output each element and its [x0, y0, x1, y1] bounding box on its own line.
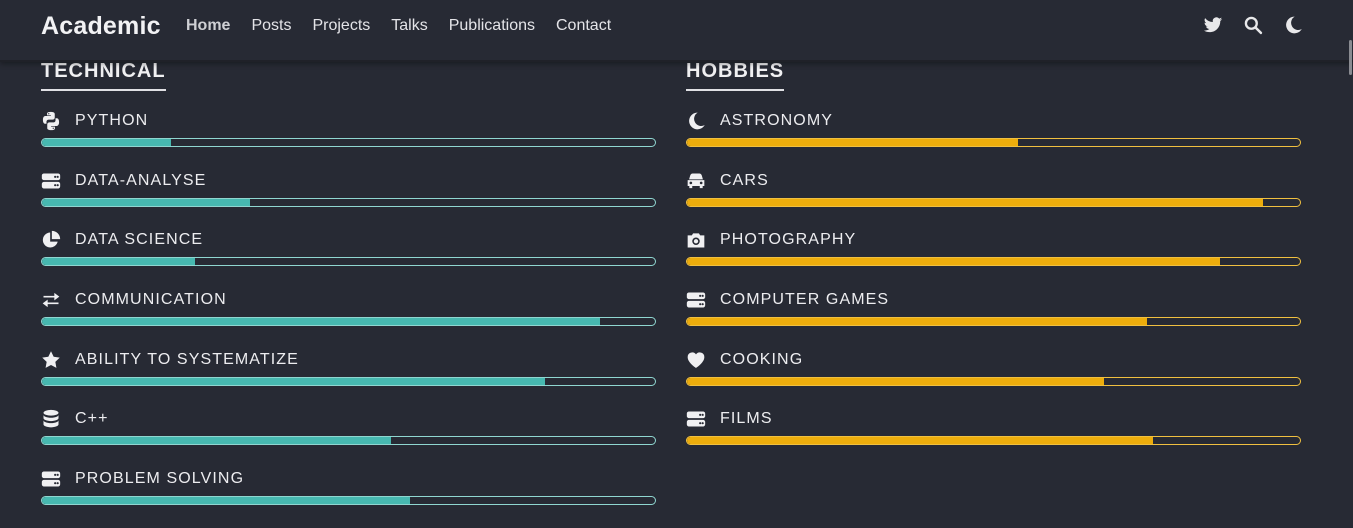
skill-progress-bar	[686, 138, 1301, 147]
hobbies-column: HOBBIES ASTRONOMY CARS PHOTOGRAPHY COMPUTER…	[686, 58, 1301, 468]
camera-icon	[686, 229, 708, 251]
technical-skill-python: PYTHON	[41, 110, 656, 170]
nav-link-home[interactable]: Home	[186, 17, 230, 35]
nav-icons	[1203, 15, 1303, 35]
skill-label: ASTRONOMY	[720, 112, 834, 129]
moon-icon[interactable]	[1283, 15, 1303, 35]
server-icon	[686, 289, 708, 311]
server-icon	[41, 468, 63, 490]
nav-links: Home Posts Projects Talks Publications C…	[186, 17, 632, 35]
skill-label: DATA SCIENCE	[75, 231, 204, 249]
technical-skill-communication: COMMUNICATION	[41, 289, 656, 349]
skill-header: COOKING	[686, 349, 1301, 371]
skill-progress-fill	[42, 437, 392, 445]
database-icon	[41, 408, 63, 430]
technical-column: TECHNICAL PYTHON DATA-ANALYSE DATA SCIENCE…	[41, 58, 656, 528]
search-icon[interactable]	[1243, 15, 1263, 35]
car-icon	[686, 170, 708, 192]
heart-icon	[686, 349, 708, 371]
technical-skill-list: PYTHON DATA-ANALYSE DATA SCIENCE COMMUNICAT…	[41, 110, 656, 528]
skill-progress-fill	[687, 258, 1221, 266]
nav-link-posts[interactable]: Posts	[251, 17, 291, 35]
server-icon	[41, 170, 63, 192]
skill-progress-fill	[687, 139, 1019, 146]
nav-link-talks[interactable]: Talks	[391, 17, 427, 35]
skill-header: ASTRONOMY	[686, 110, 1301, 132]
skill-header: PHOTOGRAPHY	[686, 229, 1301, 251]
skill-progress-bar	[686, 257, 1301, 267]
star-icon	[41, 349, 63, 371]
hobbies-skill-astronomy: ASTRONOMY	[686, 110, 1301, 170]
technical-skill-data-analyse: DATA-ANALYSE	[41, 170, 656, 230]
technical-skill-ability-to-systematize: ABILITY TO SYSTEMATIZE	[41, 349, 656, 409]
exchange-arrows-icon	[41, 289, 63, 311]
skill-label: DATA-ANALYSE	[75, 171, 207, 189]
python-icon	[41, 110, 63, 132]
skill-progress-bar	[41, 376, 656, 386]
skill-progress-bar	[686, 317, 1301, 327]
skill-progress-bar	[41, 436, 656, 446]
hobbies-skill-computer-games: COMPUTER GAMES	[686, 289, 1301, 349]
skill-header: FILMS	[686, 408, 1301, 430]
server-icon	[686, 408, 708, 430]
skill-label: COMPUTER GAMES	[720, 291, 890, 309]
skill-label: PYTHON	[75, 112, 149, 129]
skill-progress-fill	[687, 198, 1264, 206]
hobby-skill-list: ASTRONOMY CARS PHOTOGRAPHY COMPUTER GAMES CO…	[686, 110, 1301, 468]
skill-progress-bar	[41, 197, 656, 207]
skill-header: CARS	[686, 170, 1301, 192]
moon-icon	[686, 110, 708, 132]
nav-link-projects[interactable]: Projects	[312, 17, 370, 35]
twitter-icon[interactable]	[1203, 15, 1223, 35]
nav-link-publications[interactable]: Publications	[449, 17, 535, 35]
technical-title: TECHNICAL	[41, 60, 166, 91]
hobbies-skill-photography: PHOTOGRAPHY	[686, 229, 1301, 289]
skill-label: COMMUNICATION	[75, 291, 227, 309]
skill-progress-bar	[686, 197, 1301, 207]
skill-header: DATA SCIENCE	[41, 229, 656, 251]
skill-label: PROBLEM SOLVING	[75, 470, 245, 488]
skill-header: COMMUNICATION	[41, 289, 656, 311]
skill-progress-fill	[687, 318, 1147, 326]
skill-progress-bar	[41, 138, 656, 147]
top-navbar: Academic Home Posts Projects Talks Publi…	[0, 0, 1353, 62]
skill-label: FILMS	[720, 410, 773, 428]
skill-progress-bar	[41, 257, 656, 267]
skill-label: CARS	[720, 171, 769, 189]
skill-progress-fill	[42, 318, 600, 326]
hobbies-skill-cooking: COOKING	[686, 349, 1301, 409]
skill-progress-bar	[41, 317, 656, 327]
site-brand[interactable]: Academic	[41, 12, 161, 41]
skill-label: C++	[75, 410, 109, 428]
skill-progress-fill	[42, 258, 196, 266]
skill-header: COMPUTER GAMES	[686, 289, 1301, 311]
skill-header: PYTHON	[41, 110, 656, 132]
technical-skill-data-science: DATA SCIENCE	[41, 229, 656, 289]
technical-skill-problem-solving: PROBLEM SOLVING	[41, 468, 656, 528]
skill-header: ABILITY TO SYSTEMATIZE	[41, 349, 656, 371]
skill-progress-fill	[42, 377, 545, 385]
skill-progress-fill	[42, 139, 171, 146]
hobbies-skill-cars: CARS	[686, 170, 1301, 230]
hobbies-title: HOBBIES	[686, 60, 785, 91]
skill-progress-fill	[42, 497, 410, 505]
skill-progress-bar	[686, 436, 1301, 446]
skill-progress-fill	[687, 437, 1153, 445]
pie-chart-icon	[41, 229, 63, 251]
skill-progress-bar	[41, 496, 656, 506]
skill-label: COOKING	[720, 350, 804, 368]
nav-link-contact[interactable]: Contact	[556, 17, 611, 35]
skill-progress-fill	[42, 198, 251, 206]
skill-header: C++	[41, 408, 656, 430]
skill-progress-bar	[686, 376, 1301, 386]
hobbies-skill-films: FILMS	[686, 408, 1301, 468]
technical-skill-c: C++	[41, 408, 656, 468]
skill-header: PROBLEM SOLVING	[41, 468, 656, 490]
skill-progress-fill	[687, 377, 1104, 385]
page-scrollbar[interactable]	[1349, 40, 1352, 75]
skill-header: DATA-ANALYSE	[41, 170, 656, 192]
skill-label: ABILITY TO SYSTEMATIZE	[75, 350, 299, 368]
skill-label: PHOTOGRAPHY	[720, 231, 857, 249]
